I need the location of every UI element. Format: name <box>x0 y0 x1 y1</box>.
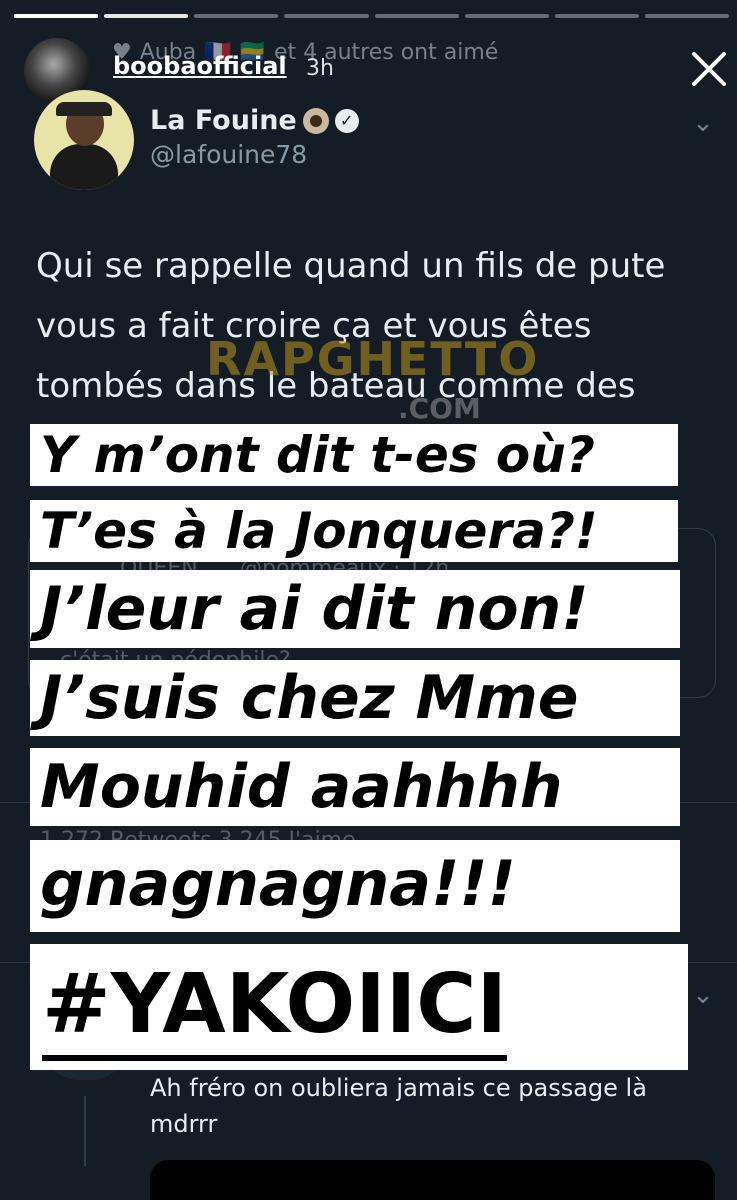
caption-line: Mouhid aahhhh <box>30 748 680 826</box>
tweet-avatar[interactable] <box>34 90 134 190</box>
tweet-text: Qui se rappelle quand un fils de pute vo… <box>36 246 666 406</box>
caption-line: gnagnagna!!! <box>30 840 680 932</box>
close-button[interactable] <box>686 46 732 92</box>
story-progress-bar <box>14 14 729 18</box>
story-username[interactable]: boobaofficial <box>113 52 287 80</box>
caption-line: J’suis chez Mme <box>30 660 680 736</box>
tweet-author[interactable]: La Fouine ✓ <box>150 105 359 136</box>
watermark-sub: .COM <box>398 392 481 425</box>
tweet-handle[interactable]: @lafouine78 <box>150 140 307 169</box>
story-time: 3h <box>306 56 334 81</box>
progress-segment <box>374 14 459 18</box>
progress-segment <box>104 14 189 18</box>
progress-segment <box>554 14 639 18</box>
caption-line: J’leur ai dit non! <box>30 570 680 648</box>
chevron-down-icon[interactable]: ⌄ <box>692 108 714 138</box>
tweet-author-name: La Fouine <box>150 105 297 136</box>
progress-segment <box>194 14 279 18</box>
verified-icon: ✓ <box>334 108 359 133</box>
progress-segment <box>284 14 369 18</box>
reply-text: Ah fréro on oubliera jamais ce passage l… <box>150 1074 647 1138</box>
caption-line: Y m’ont dit t-es où? <box>30 424 678 486</box>
watermark: RAPGHETTO <box>206 332 540 386</box>
thread-line <box>84 1096 86 1166</box>
media-preview[interactable] <box>150 1160 715 1200</box>
caption-line: T’es à la Jonquera?! <box>30 500 678 562</box>
caption-line: #YAKOIICI <box>30 944 688 1070</box>
eye-icon <box>302 107 329 134</box>
chevron-down-icon[interactable]: ⌄ <box>692 980 714 1010</box>
close-icon <box>692 52 726 86</box>
progress-segment <box>14 14 99 18</box>
progress-segment <box>464 14 549 18</box>
progress-segment <box>644 14 729 18</box>
